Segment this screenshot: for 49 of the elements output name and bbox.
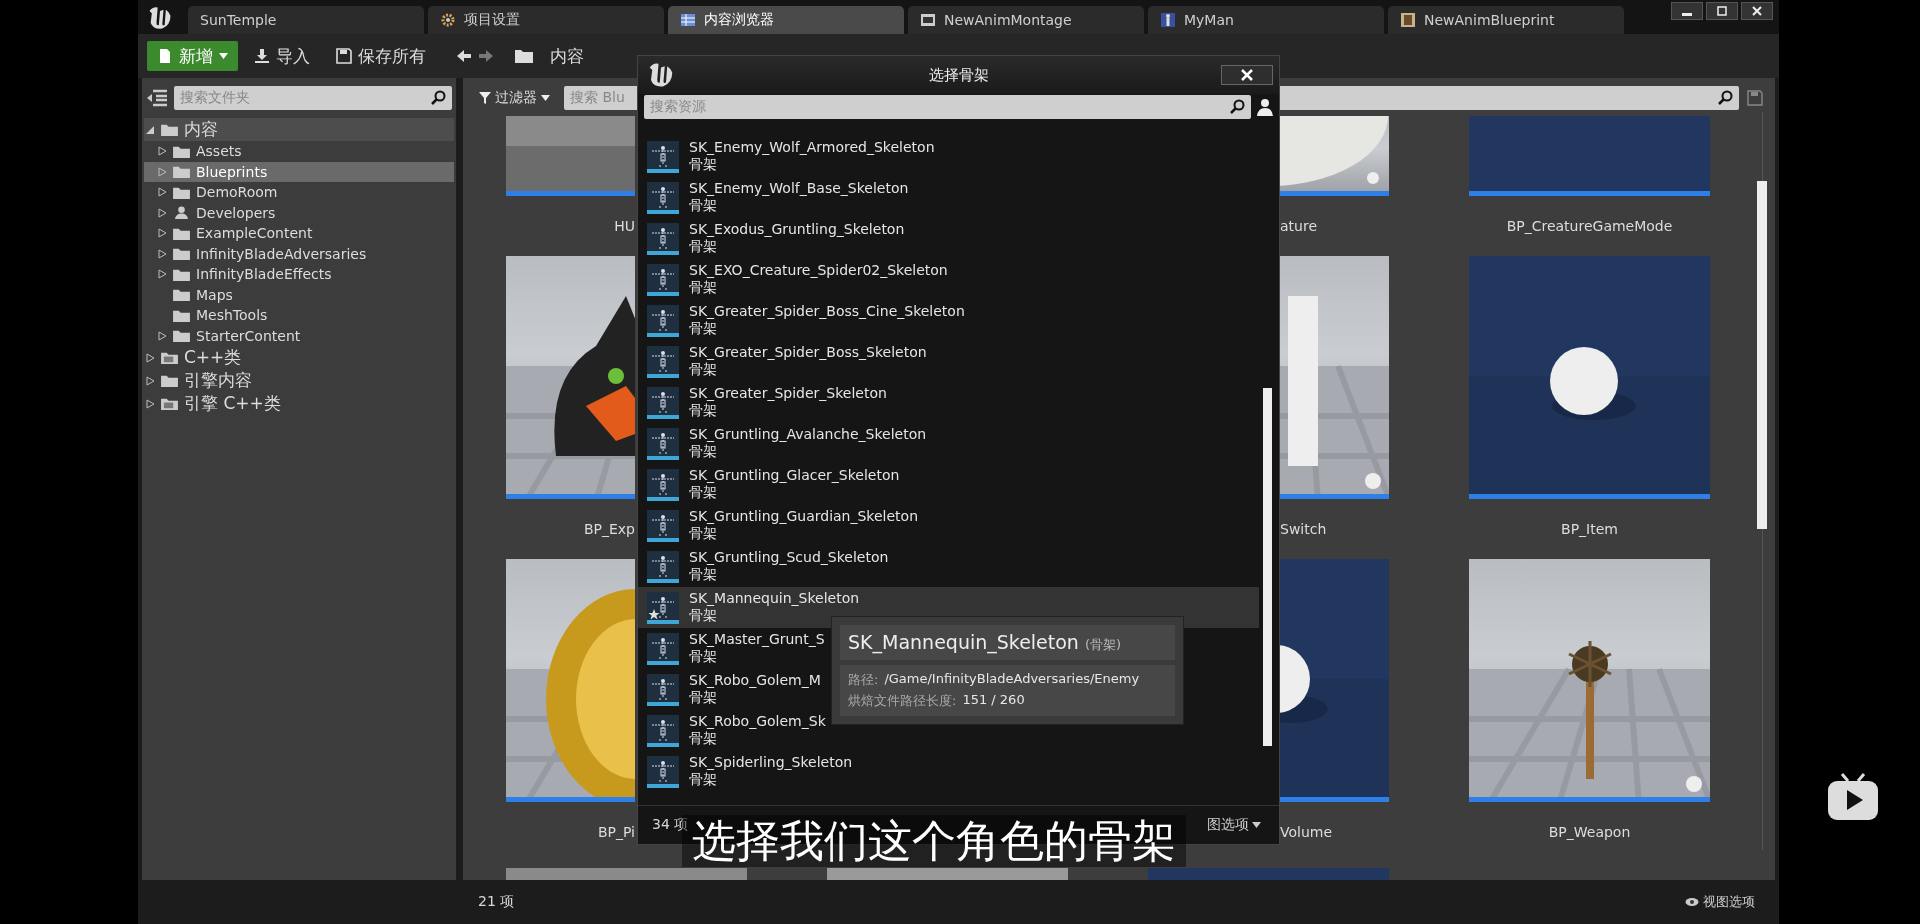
asset-name: SK_Greater_Spider_Skeleton xyxy=(689,385,887,401)
asset-name: SK_Gruntling_Scud_Skeleton xyxy=(689,549,889,565)
asset-name: SK_Gruntling_Glacer_Skeleton xyxy=(689,467,900,483)
item-count: 21 项 xyxy=(478,893,515,911)
asset-type: 骨架 xyxy=(689,279,718,297)
path-label: 路径: xyxy=(848,671,879,689)
asset-type: 骨架 xyxy=(689,525,718,543)
asset-name: SK_Robo_Golem_Sk xyxy=(689,713,826,729)
asset-name: SK_Enemy_Wolf_Base_Skeleton xyxy=(689,180,909,196)
asset-name: SK_Gruntling_Guardian_Skeleton xyxy=(689,508,919,524)
asset-name: ature xyxy=(1280,218,1317,234)
asset-type: 骨架 xyxy=(689,156,718,174)
asset-name: BP_Exp xyxy=(583,521,635,537)
asset-name: SK_Enemy_Wolf_Armored_Skeleton xyxy=(689,139,935,155)
asset-name: SK_Gruntling_Avalanche_Skeleton xyxy=(689,426,927,442)
asset-name: BP_CreatureGameMode xyxy=(1506,218,1673,234)
asset-name: SK_Master_Grunt_S xyxy=(689,631,825,647)
asset-type: 骨架 xyxy=(689,443,718,461)
dialog-title: 选择骨架 xyxy=(928,65,989,85)
asset-type: 骨架 xyxy=(689,402,718,420)
tooltip-title: SK_Mannequin_Skeleton xyxy=(848,631,1079,653)
asset-type: 骨架 xyxy=(689,730,718,748)
asset-name: SK_Spiderling_Skeleton xyxy=(689,754,853,770)
asset-type: 骨架 xyxy=(689,648,718,666)
asset-type: 骨架 xyxy=(689,689,718,707)
path-value: /Game/InfinityBladeAdversaries/Enemy xyxy=(884,671,1140,688)
asset-name: BP_Item xyxy=(1561,521,1618,537)
asset-name: SK_EXO_Creature_Spider02_Skeleton xyxy=(689,262,948,278)
asset-type: 骨架 xyxy=(689,197,718,215)
asset-name: SK_Greater_Spider_Boss_Cine_Skeleton xyxy=(689,303,965,319)
asset-type: 骨架 xyxy=(689,566,718,584)
asset-name: Volume xyxy=(1280,824,1333,840)
asset-name: HU xyxy=(614,218,635,234)
asset-type: 骨架 xyxy=(689,361,718,379)
asset-type: 骨架 xyxy=(689,771,718,789)
asset-name: SK_Robo_Golem_M xyxy=(689,672,821,688)
asset-name: SK_Greater_Spider_Boss_Skeleton xyxy=(689,344,927,360)
asset-name: SK_Mannequin_Skeleton xyxy=(689,590,860,606)
path-length-label: 烘焙文件路径长度: xyxy=(848,692,957,710)
tooltip-type: (骨架) xyxy=(1084,636,1122,654)
path-length-value: 151 / 260 xyxy=(962,692,1025,709)
asset-type: 骨架 xyxy=(689,238,718,256)
asset-name: SK_Exodus_Gruntling_Skeleton xyxy=(689,221,905,237)
asset-name: Switch xyxy=(1280,521,1327,537)
asset-type: 骨架 xyxy=(689,484,718,502)
asset-type: 骨架 xyxy=(689,320,718,338)
asset-name: BP_Pi xyxy=(597,824,635,840)
asset-type: 骨架 xyxy=(689,607,718,625)
asset-name: BP_Weapon xyxy=(1548,824,1631,840)
